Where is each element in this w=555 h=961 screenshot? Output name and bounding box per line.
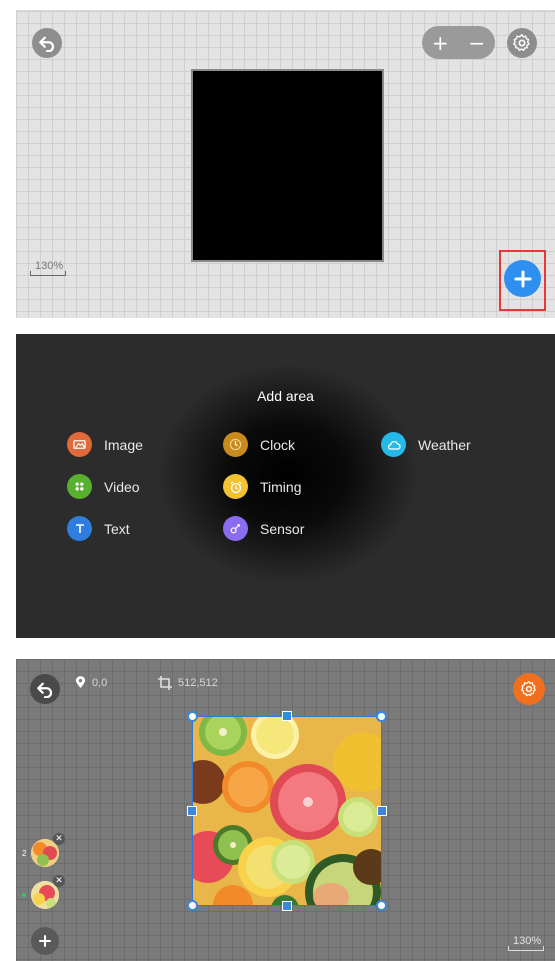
menu-item-text[interactable]: Text: [67, 516, 130, 541]
image-area[interactable]: [192, 716, 382, 906]
menu-item-sensor[interactable]: Sensor: [223, 516, 304, 541]
menu-item-label: Image: [104, 436, 143, 453]
menu-item-video[interactable]: Video: [67, 474, 140, 499]
editor-canvas-with-image[interactable]: 0,0 512,512 2 ✕ ✕ 130%: [16, 659, 555, 961]
layer-number: 2: [22, 849, 27, 858]
gear-icon: [513, 34, 530, 51]
timing-icon: [223, 474, 248, 499]
scale-bar: [508, 946, 544, 951]
menu-item-clock[interactable]: Clock: [223, 432, 295, 457]
remove-layer-button[interactable]: ✕: [53, 833, 65, 845]
position-value: 0,0: [92, 676, 108, 689]
zoom-in-button[interactable]: +: [432, 31, 449, 55]
location-pin-icon: [75, 676, 86, 688]
add-area-button[interactable]: [504, 260, 541, 297]
menu-item-image[interactable]: Image: [67, 432, 143, 457]
menu-item-label: Clock: [260, 436, 296, 453]
resize-handle-bottom-left[interactable]: [187, 900, 198, 911]
sensor-icon: [223, 516, 248, 541]
add-layer-button[interactable]: [31, 927, 59, 955]
resize-handle-top-left[interactable]: [187, 711, 198, 722]
video-icon: [67, 474, 92, 499]
display-area-preview[interactable]: [191, 69, 384, 262]
weather-icon: [381, 432, 406, 457]
zoom-out-button[interactable]: −: [468, 31, 485, 55]
plus-icon: [39, 935, 51, 947]
clock-icon: [223, 432, 248, 457]
editor-canvas-empty[interactable]: + − 130%: [16, 11, 555, 318]
menu-item-label: Weather: [418, 436, 471, 453]
back-button[interactable]: [30, 674, 60, 704]
size-readout: 512,512: [158, 676, 218, 690]
settings-button[interactable]: [507, 28, 537, 58]
resize-handle-left[interactable]: [187, 806, 197, 816]
dialog-title: Add area: [257, 388, 314, 404]
menu-item-weather[interactable]: Weather: [381, 432, 471, 457]
menu-item-label: Text: [104, 520, 130, 537]
undo-arrow-icon: [37, 682, 53, 698]
resize-handle-right[interactable]: [377, 806, 387, 816]
resize-handle-top-right[interactable]: [376, 711, 387, 722]
menu-item-label: Timing: [260, 478, 302, 495]
crop-icon: [158, 676, 172, 690]
remove-layer-button[interactable]: ✕: [53, 875, 65, 887]
settings-button[interactable]: [513, 673, 545, 705]
add-area-dialog: Add area Image Clock Weather Video Timin…: [16, 334, 555, 638]
gear-icon: [520, 680, 536, 697]
menu-item-label: Video: [104, 478, 140, 495]
position-readout: 0,0: [75, 676, 107, 689]
undo-arrow-icon: [39, 36, 55, 52]
resize-handle-bottom[interactable]: [282, 901, 292, 911]
size-value: 512,512: [178, 677, 218, 689]
resize-handle-bottom-right[interactable]: [376, 900, 387, 911]
plus-icon: [514, 270, 531, 287]
text-icon: [67, 516, 92, 541]
menu-item-timing[interactable]: Timing: [223, 474, 302, 499]
back-button[interactable]: [32, 28, 62, 58]
zoom-controls: + −: [422, 26, 495, 59]
menu-item-label: Sensor: [260, 520, 305, 537]
resize-handle-top[interactable]: [282, 711, 292, 721]
active-layer-indicator: [22, 893, 26, 897]
image-icon: [67, 432, 92, 457]
scale-bar: [30, 271, 66, 276]
fruit-image: [193, 717, 381, 905]
